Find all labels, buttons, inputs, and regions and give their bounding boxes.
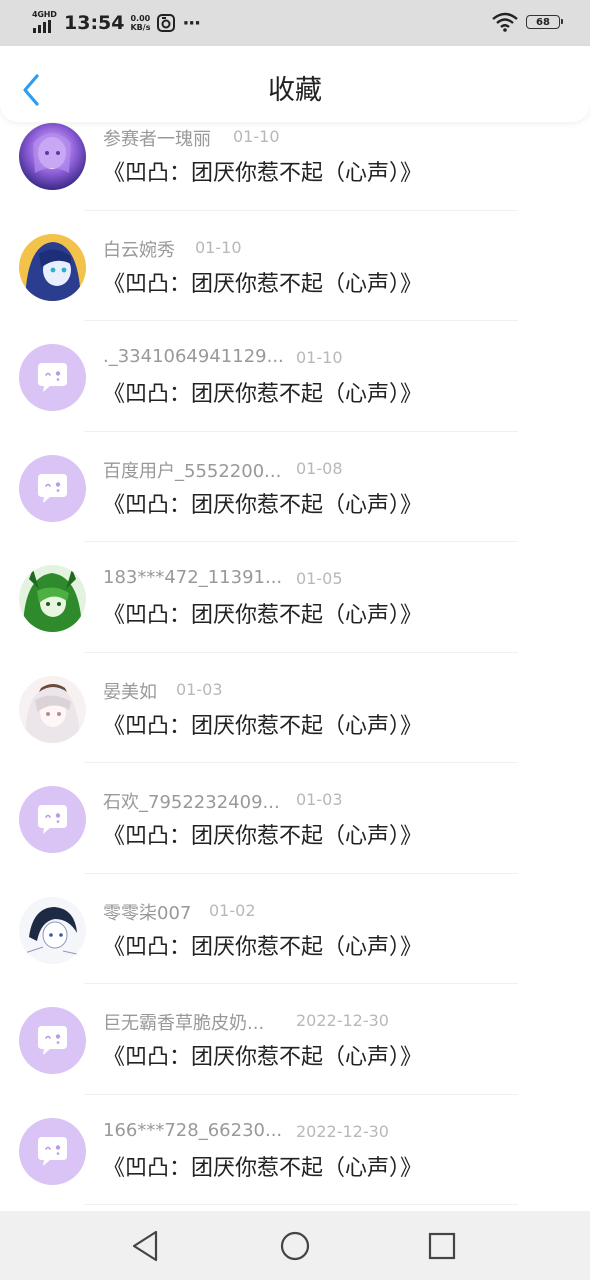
default-chat-avatar-icon	[19, 344, 86, 411]
item-title: 《凹凸：团厌你惹不起（心声）》	[103, 934, 423, 960]
status-bar: 4GHD 13:54 0.00 KB/s ··· 68	[0, 0, 590, 46]
system-nav-bar	[0, 1211, 590, 1280]
username: 巨无霸香草脆皮奶...	[103, 1013, 265, 1034]
list-item[interactable]: 166***728_66230... 2022-12-30 《凹凸：团厌你惹不起…	[0, 1095, 590, 1205]
app-header: 收藏	[0, 46, 590, 122]
date: 01-03	[176, 679, 223, 699]
list-item[interactable]: ._3341064941129... 01-10 《凹凸：团厌你惹不起（心声）》	[0, 321, 590, 432]
item-meta: 百度用户_5552200...	[103, 457, 281, 483]
speed-unit: KB/s	[130, 23, 151, 32]
username: 石欢_7952232409...	[103, 792, 280, 813]
avatar[interactable]	[19, 233, 86, 301]
avatar[interactable]	[19, 123, 86, 190]
username: ._3341064941129...	[103, 346, 284, 367]
date: 01-08	[296, 458, 343, 478]
item-title: 《凹凸：团厌你惹不起（心声）》	[103, 271, 423, 297]
nav-home-button[interactable]	[275, 1227, 315, 1265]
item-meta: ._3341064941129...	[103, 346, 284, 367]
item-meta: 晏美如	[103, 678, 157, 704]
avatar[interactable]	[19, 454, 86, 522]
date: 01-02	[209, 900, 256, 920]
anime-avatar-icon	[19, 565, 86, 632]
date: 01-03	[296, 790, 343, 809]
anime-avatar-icon	[19, 675, 86, 743]
avatar[interactable]	[19, 896, 86, 964]
network-speed: 0.00 KB/s	[130, 14, 150, 32]
date: 01-10	[233, 127, 280, 146]
date: 2022-12-30	[296, 1011, 389, 1030]
divider	[84, 1204, 518, 1205]
username: 百度用户_5552200...	[103, 460, 282, 482]
camera-icon	[157, 14, 176, 32]
item-meta: 石欢_7952232409...	[103, 788, 280, 814]
item-title: 《凹凸：团厌你惹不起（心声）》	[103, 824, 423, 849]
item-title: 《凹凸：团厌你惹不起（心声）》	[103, 161, 423, 186]
battery-level: 68	[536, 16, 550, 28]
list-item[interactable]: 零零柒007 01-02 《凹凸：团厌你惹不起（心声）》	[0, 874, 590, 984]
item-meta: 巨无霸香草脆皮奶...	[103, 1009, 264, 1035]
favorites-list: 参赛者一瑰丽 01-10 《凹凸：团厌你惹不起（心声）》 白云婉秀 01-10 …	[0, 100, 590, 1205]
speed-value: 0.00	[130, 14, 151, 23]
list-item[interactable]: 石欢_7952232409... 01-03 《凹凸：团厌你惹不起（心声）》	[0, 763, 590, 874]
item-meta: 白云婉秀	[103, 236, 175, 262]
wifi-icon	[492, 12, 518, 32]
avatar[interactable]	[19, 675, 86, 743]
page-title: 收藏	[268, 75, 322, 106]
item-title: 《凹凸：团厌你惹不起（心声）》	[103, 603, 423, 628]
default-chat-avatar-icon	[19, 786, 86, 853]
default-chat-avatar-icon	[19, 1117, 86, 1185]
item-meta: 零零柒007	[103, 899, 191, 925]
date: 2022-12-30	[296, 1121, 389, 1141]
list-item[interactable]: 百度用户_5552200... 01-08 《凹凸：团厌你惹不起（心声）》	[0, 432, 590, 542]
username: 166***728_66230...	[103, 1119, 283, 1141]
avatar[interactable]	[19, 565, 86, 632]
list-item[interactable]: 白云婉秀 01-10 《凹凸：团厌你惹不起（心声）》	[0, 211, 590, 321]
default-chat-avatar-icon	[19, 1007, 86, 1074]
anime-avatar-icon	[19, 233, 86, 301]
username: 零零柒007	[103, 902, 192, 924]
username: 白云婉秀	[103, 239, 175, 261]
nav-recents-button[interactable]	[422, 1227, 462, 1265]
status-left: 4GHD 13:54 0.00 KB/s ···	[32, 10, 201, 36]
avatar[interactable]	[19, 1007, 86, 1074]
item-title: 《凹凸：团厌你惹不起（心声）》	[103, 713, 423, 739]
battery-icon: 68	[526, 15, 563, 29]
status-right: 68	[492, 12, 563, 32]
network-type: 4GHD	[32, 10, 57, 19]
status-time: 13:54	[64, 12, 125, 34]
date: 01-10	[296, 348, 343, 367]
username: 晏美如	[103, 681, 157, 703]
date: 01-05	[296, 569, 343, 588]
item-title: 《凹凸：团厌你惹不起（心声）》	[103, 492, 423, 518]
item-meta: 166***728_66230...	[103, 1120, 282, 1141]
network-indicator: 4GHD	[32, 10, 58, 35]
avatar[interactable]	[19, 344, 86, 411]
item-meta: 参赛者一瑰丽	[103, 125, 211, 151]
circle-home-icon	[280, 1231, 310, 1261]
list-item[interactable]: 晏美如 01-03 《凹凸：团厌你惹不起（心声）》	[0, 653, 590, 763]
username: 183***472_11391...	[103, 567, 283, 588]
triangle-back-icon	[132, 1230, 158, 1262]
signal-icon	[33, 20, 51, 33]
item-title: 《凹凸：团厌你惹不起（心声）》	[103, 382, 423, 407]
avatar[interactable]	[19, 786, 86, 853]
date: 01-10	[195, 237, 242, 257]
avatar[interactable]	[19, 1117, 86, 1185]
list-item[interactable]: 巨无霸香草脆皮奶... 2022-12-30 《凹凸：团厌你惹不起（心声）》	[0, 984, 590, 1095]
item-title: 《凹凸：团厌你惹不起（心声）》	[103, 1155, 423, 1181]
item-meta: 183***472_11391...	[103, 567, 282, 588]
more-notifications-icon: ···	[182, 12, 200, 34]
list-item[interactable]: 183***472_11391... 01-05 《凹凸：团厌你惹不起（心声）》	[0, 542, 590, 653]
anime-avatar-icon	[19, 896, 86, 964]
default-chat-avatar-icon	[19, 454, 86, 522]
square-recents-icon	[428, 1232, 456, 1260]
anime-avatar-icon	[19, 123, 86, 190]
username: 参赛者一瑰丽	[103, 129, 211, 150]
item-title: 《凹凸：团厌你惹不起（心声）》	[103, 1045, 423, 1070]
nav-back-button[interactable]	[126, 1227, 166, 1265]
